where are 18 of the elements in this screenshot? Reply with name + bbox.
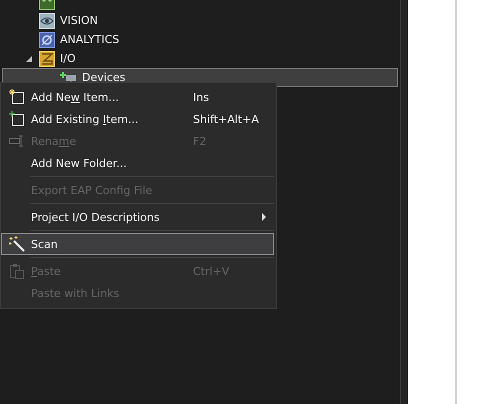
add-item-icon: [8, 111, 24, 127]
new-item-icon: [8, 89, 24, 105]
menu-item[interactable]: Add New Folder...: [1, 152, 274, 174]
tree-item-label[interactable]: ANALYTICS: [60, 33, 120, 46]
folder-z-icon: [39, 50, 55, 66]
menu-item[interactable]: Add New Item... Ins: [1, 86, 274, 108]
clipboard-icon: [10, 263, 24, 279]
menu-item[interactable]: Scan: [1, 233, 274, 255]
expanded-arrow-icon[interactable]: [25, 54, 33, 62]
tree-item-label[interactable]: Devices: [82, 71, 126, 84]
tree-item-label[interactable]: I/O: [60, 52, 76, 65]
eye-icon: [39, 12, 55, 28]
menu-item[interactable]: Add Existing Item... Shift+Alt+A: [1, 108, 274, 130]
magic-wand-icon: [8, 236, 24, 252]
menu-item[interactable]: Project I/O Descriptions: [1, 206, 274, 228]
submenu-arrow-icon: [261, 213, 267, 221]
rename-icon: [8, 135, 24, 147]
tree-item-label[interactable]: VISION: [60, 14, 98, 27]
